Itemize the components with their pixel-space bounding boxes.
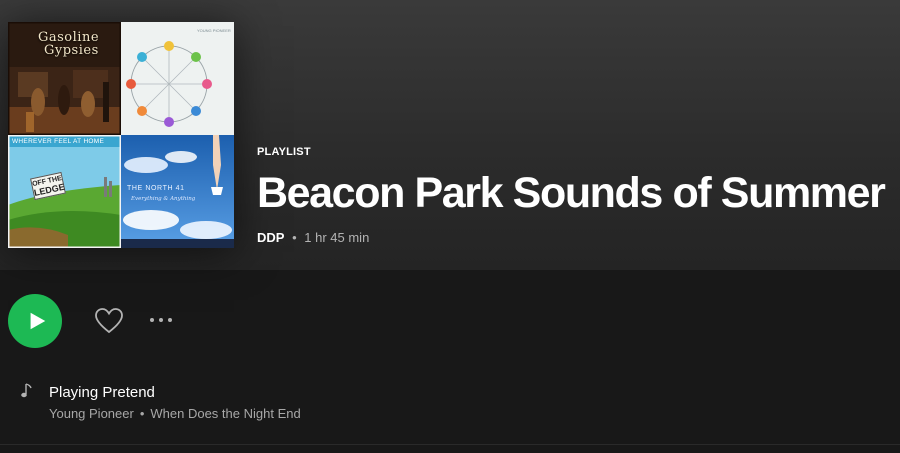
more-horizontal-icon xyxy=(168,318,172,322)
like-button[interactable] xyxy=(94,306,124,336)
track-separator: • xyxy=(139,406,145,421)
action-bar xyxy=(0,270,900,380)
play-icon xyxy=(30,312,45,330)
heart-icon xyxy=(95,308,123,334)
playlist-header: Gasoline Gypsies YOUNG PIONEER WHEREVER … xyxy=(0,0,900,270)
playlist-duration: 1 hr 45 min xyxy=(304,230,370,245)
cover-tile-ferris-wheel: YOUNG PIONEER xyxy=(121,22,234,135)
playlist-cover: Gasoline Gypsies YOUNG PIONEER WHEREVER … xyxy=(8,22,234,248)
track-album-link[interactable]: When Does the Night End xyxy=(150,406,300,421)
more-horizontal-icon xyxy=(159,318,163,322)
playlist-owner-link[interactable]: DDP xyxy=(257,230,284,245)
more-horizontal-icon xyxy=(150,318,154,322)
track-subtitle: Young Pioneer • When Does the Night End xyxy=(49,406,301,421)
album-art-image xyxy=(121,22,234,135)
play-button[interactable] xyxy=(8,294,62,348)
cover-tile-the-north-41: THE NORTH 41 Everything & Anything xyxy=(121,135,234,248)
cover-tile-gasoline-gypsies: Gasoline Gypsies xyxy=(8,22,121,135)
playlist-byline: DDP • 1 hr 45 min xyxy=(257,230,369,245)
now-playing-row[interactable]: Playing Pretend Young Pioneer • When Does … xyxy=(0,378,900,438)
cover-tile-off-the-ledge: WHEREVER FEEL AT HOME OFF THE LEDGE xyxy=(8,135,121,248)
cover-caption: YOUNG PIONEER xyxy=(197,28,231,33)
more-options-button[interactable] xyxy=(150,310,178,330)
cover-text-line1: THE NORTH 41 xyxy=(127,185,185,192)
page-title: Beacon Park Sounds of Summer xyxy=(257,169,886,217)
track-title[interactable]: Playing Pretend xyxy=(49,384,155,401)
cover-text-line2: Gypsies xyxy=(44,43,99,58)
music-note-icon xyxy=(21,383,32,398)
divider xyxy=(0,444,900,445)
cover-banner-text: WHEREVER FEEL AT HOME xyxy=(12,138,105,145)
track-artist-link[interactable]: Young Pioneer xyxy=(49,406,134,421)
byline-separator: • xyxy=(292,230,297,245)
cover-text-line2: Everything & Anything xyxy=(131,196,196,202)
playlist-type-label: PLAYLIST xyxy=(257,146,311,158)
